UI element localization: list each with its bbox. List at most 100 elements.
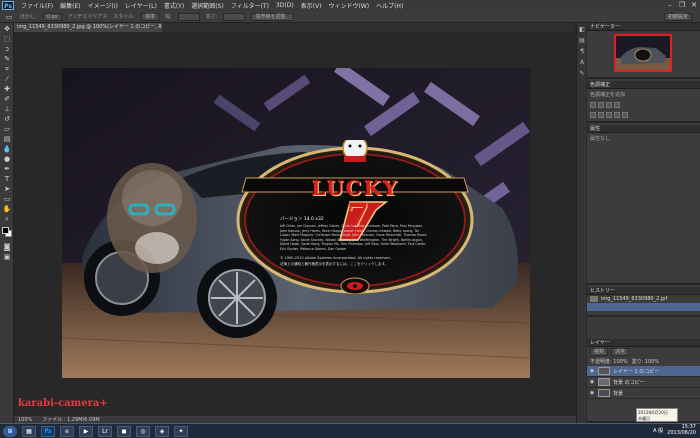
menu-help[interactable]: ヘルプ(H) [376,1,403,10]
character-icon[interactable]: A [578,59,586,67]
blur-tool-icon[interactable]: 💧 [2,145,12,153]
menu-view[interactable]: 表示(V) [301,1,322,10]
move-tool-icon[interactable]: ✥ [2,25,12,33]
width-input[interactable] [177,12,200,21]
adjustments-icons-row-2 [587,110,700,120]
history-snapshot[interactable]: img_11549_6330980_2.jpf [587,295,700,303]
minimize-button[interactable]: – [666,1,674,9]
workspace-select[interactable]: 初期設定 [663,13,692,21]
properties-title[interactable]: 属性 [587,125,700,133]
menu-type[interactable]: 書式(Y) [164,1,184,10]
app-icon[interactable]: ✦ [174,425,188,437]
width-label: 幅: [165,14,172,20]
layer-row[interactable]: ◉ レイヤー 1 のコピー [587,366,700,377]
browser-icon[interactable]: e [60,425,74,437]
menu-window[interactable]: ウィンドウ(W) [328,1,369,10]
layer-filter-select[interactable]: 種類 [590,348,609,356]
feather-input[interactable]: 0 px [42,12,62,21]
quick-mask-icon[interactable]: ◙ [2,243,12,251]
app-icon[interactable]: ◎ [136,425,150,437]
vibrance-icon[interactable] [590,112,596,118]
color-swatches[interactable] [2,227,12,237]
menu-filter[interactable]: フィルター(T) [231,1,269,10]
quick-select-tool-icon[interactable]: ✎ [2,55,12,63]
history-title[interactable]: ヒストリー [587,287,700,295]
fill-field[interactable]: 塗り: 100% [632,358,660,365]
legal-notice-link[interactable]: 法律上の通知と著作権表示を表示するには、ここをクリックします。 [280,262,430,267]
ime-indicator[interactable]: A 般 [653,427,663,434]
media-icon[interactable]: ▶ [79,425,93,437]
paragraph-icon[interactable]: ¶ [578,48,586,56]
visibility-eye-icon[interactable]: ◉ [589,390,595,396]
pen-tool-icon[interactable]: ✒ [2,165,12,173]
levels-icon[interactable] [598,102,604,108]
start-button[interactable]: ⊞ [3,425,17,437]
layers-title[interactable]: レイヤー [587,339,700,347]
eraser-tool-icon[interactable]: ▱ [2,125,12,133]
menu-select[interactable]: 選択範囲(S) [191,1,224,10]
exposure-icon[interactable] [614,102,620,108]
refine-edge-button[interactable]: 境界線を調整... [251,12,295,21]
navigator-preview[interactable] [614,34,672,72]
shape-tool-icon[interactable]: ▭ [2,195,12,203]
zoom-tool-icon[interactable]: ⌕ [2,215,12,223]
eyedropper-tool-icon[interactable]: ⁄ [2,75,12,83]
document-tab[interactable]: img_11549_6330980_2.jpg @ 100%(レイヤー 1 のコ… [14,23,162,32]
type-tool-icon[interactable]: T [2,175,12,183]
black-white-icon[interactable] [614,112,620,118]
restore-button[interactable]: ❐ [678,1,686,9]
layer-row[interactable]: ◉ 背景 のコピー [587,377,700,388]
layer-comps-icon[interactable]: ▤ [578,37,586,45]
color-balance-icon[interactable] [606,112,612,118]
photoshop-taskbar-icon[interactable]: Ps [41,425,55,437]
close-button[interactable]: ✕ [690,1,698,9]
path-select-tool-icon[interactable]: ➤ [2,185,12,193]
panel-toggle-icon[interactable]: ◧ [578,26,586,34]
visibility-eye-icon[interactable]: ◉ [589,379,595,385]
foreground-color-swatch[interactable] [2,227,9,234]
menu-layer[interactable]: レイヤー(L) [125,1,157,10]
crop-tool-icon[interactable]: ⌗ [2,65,12,73]
navigator-panel: ナビゲーター [587,23,700,79]
explorer-icon[interactable]: ▦ [22,425,36,437]
history-brush-tool-icon[interactable]: ↺ [2,115,12,123]
properties-panel: 属性 属性なし [587,125,700,285]
style-select[interactable]: 標準 [141,12,160,21]
layer-name: レイヤー 1 のコピー [613,368,660,375]
layer-name: 背景 のコピー [613,379,645,386]
stamp-tool-icon[interactable]: ⊥ [2,105,12,113]
dodge-tool-icon[interactable]: ● [2,155,12,163]
photo-filter-icon[interactable] [622,112,628,118]
marquee-preset-icon[interactable]: ▭ [4,13,14,21]
menu-image[interactable]: イメージ(I) [88,1,118,10]
app-icon[interactable]: ◼ [117,425,131,437]
lightroom-icon[interactable]: Lr [98,425,112,437]
app-icon[interactable]: ◈ [155,425,169,437]
clock[interactable]: 15:37 2013/06/20 [667,424,696,436]
adjustments-panel: 色調補正 色調補正を追加 [587,81,700,123]
hue-saturation-icon[interactable] [598,112,604,118]
gradient-tool-icon[interactable]: ▤ [2,135,12,143]
lasso-tool-icon[interactable]: ↄ [2,45,12,53]
adjustments-title[interactable]: 色調補正 [587,81,700,89]
curves-icon[interactable] [606,102,612,108]
brush-tool-icon[interactable]: ✐ [2,95,12,103]
antialias-checkbox[interactable]: アンチエイリアス [68,13,108,20]
menu-edit[interactable]: 編集(E) [60,1,80,10]
layer-row[interactable]: ◉ 背景 [587,388,700,399]
tooltip-weekday: 木曜日 [638,416,650,421]
marquee-tool-icon[interactable]: ⬚ [2,35,12,43]
navigator-title[interactable]: ナビゲーター [587,23,700,31]
menu-file[interactable]: ファイル(F) [21,1,53,10]
history-state-row[interactable] [587,303,700,311]
visibility-eye-icon[interactable]: ◉ [589,368,595,374]
menu-3d[interactable]: 3D(D) [276,2,294,9]
brightness-icon[interactable] [590,102,596,108]
screen-mode-icon[interactable]: ▣ [2,253,12,261]
hand-tool-icon[interactable]: ✋ [2,205,12,213]
height-input[interactable] [223,12,246,21]
opacity-field[interactable]: 不透明度: 100% [590,358,628,365]
blend-mode-select[interactable]: 通常 [611,348,630,356]
healing-tool-icon[interactable]: ✚ [2,85,12,93]
brush-preset-icon[interactable]: ✎ [578,70,586,78]
